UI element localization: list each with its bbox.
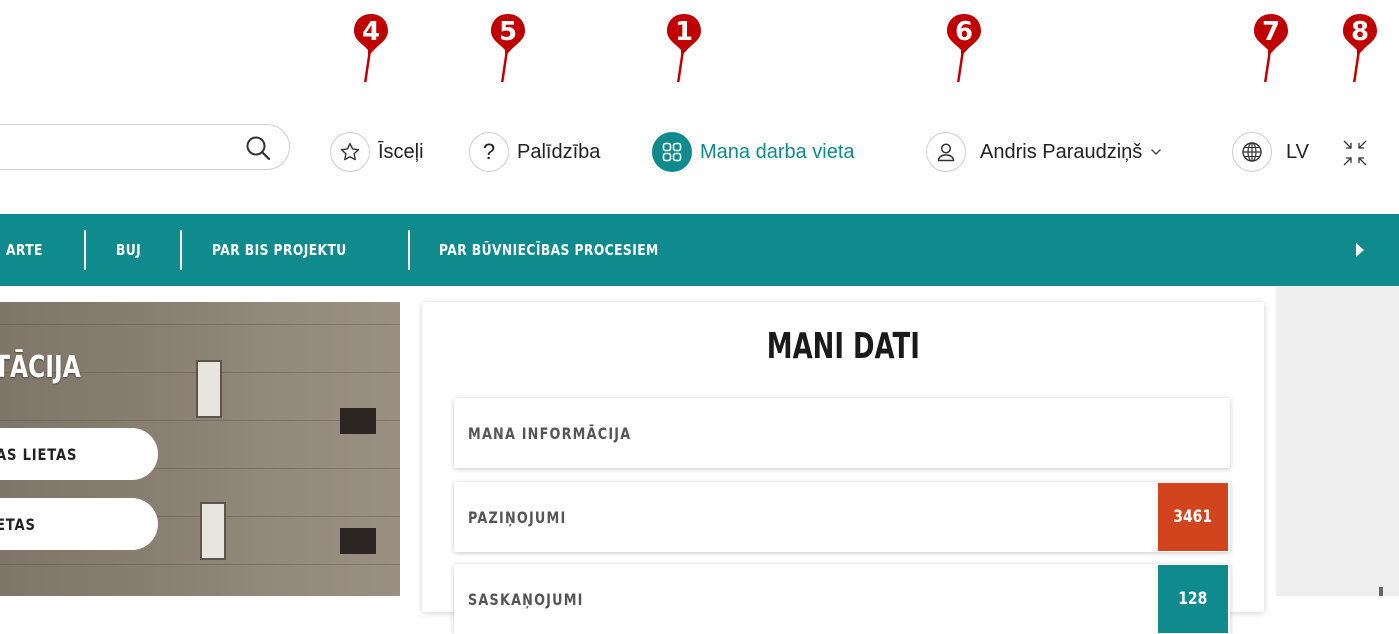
- main-nav: ARTE BUJ PAR BIS PROJEKTU PAR BŪVNIECĪBA…: [0, 214, 1399, 286]
- search-input[interactable]: [9, 133, 233, 163]
- help-label: Palīdzība: [517, 140, 601, 163]
- page-background: [1276, 286, 1399, 596]
- globe-icon: [1232, 132, 1272, 172]
- panel-title: MANI DATI: [766, 326, 920, 367]
- hero-title: TĀCIJA: [0, 350, 81, 385]
- user-name: Andris Paraudziņš: [980, 140, 1143, 163]
- favorites-label: Īsceļi: [378, 140, 424, 163]
- nav-item-buj[interactable]: BUJ: [116, 214, 141, 286]
- workspace-link[interactable]: Mana darba vieta: [652, 132, 855, 172]
- marker-workspace: 1: [664, 12, 704, 82]
- user-icon: [926, 132, 966, 172]
- marker-user: 6: [944, 12, 984, 82]
- card-label: SASKAŅOJUMI: [468, 589, 584, 609]
- scrollbar-thumb[interactable]: [1379, 587, 1383, 596]
- nav-item-par-buvniecibas-procesiem[interactable]: PAR BŪVNIECĪBAS PROCESIEM: [439, 214, 659, 286]
- workspace-label: Mana darba vieta: [700, 140, 855, 163]
- marker-language: 7: [1251, 12, 1291, 82]
- hero-button-lietas[interactable]: AS LIETAS: [0, 428, 158, 480]
- marker-collapse: 8: [1340, 12, 1380, 82]
- notifications-card[interactable]: PAZIŅOJUMI 3461: [454, 482, 1230, 552]
- card-label: MANA INFORMĀCIJA: [468, 423, 632, 443]
- my-data-panel: MANI DATI MANA INFORMĀCIJA PAZIŅOJUMI 34…: [422, 302, 1264, 634]
- nav-divider: [408, 230, 410, 270]
- nav-item-par-bis-projektu[interactable]: PAR BIS PROJEKTU: [212, 214, 347, 286]
- favorites-link[interactable]: Īsceļi: [330, 132, 424, 172]
- user-menu[interactable]: Andris Paraudziņš: [926, 132, 1162, 172]
- help-link[interactable]: ? Palīdzība: [469, 132, 600, 172]
- hero-banner: TĀCIJA AS LIETAS ETAS: [0, 302, 400, 596]
- card-label: PAZIŅOJUMI: [468, 507, 567, 527]
- hero-button-etas[interactable]: ETAS: [0, 498, 158, 550]
- collapse-icon[interactable]: [1340, 138, 1370, 173]
- marker-favorites: 4: [351, 12, 391, 82]
- language-label: LV: [1286, 140, 1309, 163]
- nav-item-karte[interactable]: ARTE: [6, 214, 43, 286]
- nav-next-arrow-icon[interactable]: [1353, 238, 1367, 267]
- notifications-count-badge: 3461: [1158, 483, 1228, 551]
- search-box[interactable]: [0, 124, 290, 170]
- grid-icon: [652, 132, 692, 172]
- star-icon: [330, 132, 370, 172]
- language-switcher[interactable]: LV: [1232, 132, 1309, 172]
- approvals-count-badge: 128: [1158, 565, 1228, 633]
- nav-divider: [180, 230, 182, 270]
- question-icon: ?: [469, 132, 509, 172]
- hero-button-label: AS LIETAS: [0, 444, 78, 464]
- approvals-card[interactable]: SASKAŅOJUMI 128: [454, 564, 1230, 634]
- marker-help: 5: [488, 12, 528, 82]
- hero-button-label: ETAS: [0, 514, 36, 534]
- nav-divider: [84, 230, 86, 270]
- search-icon[interactable]: [245, 135, 271, 166]
- my-info-card[interactable]: MANA INFORMĀCIJA: [454, 398, 1230, 468]
- chevron-down-icon: [1150, 143, 1162, 161]
